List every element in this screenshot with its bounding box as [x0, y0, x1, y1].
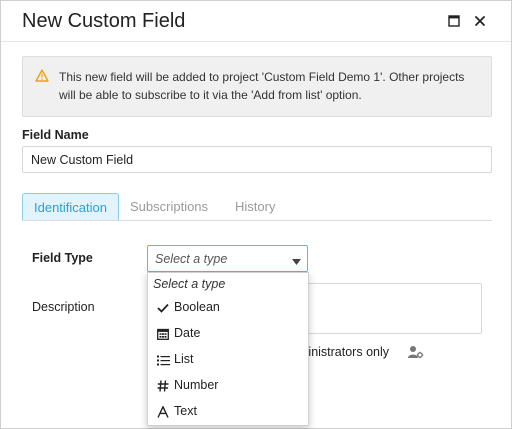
description-label: Description — [32, 300, 95, 314]
field-type-select[interactable]: Select a type — [147, 245, 308, 272]
header-divider — [1, 41, 511, 42]
option-label: List — [174, 352, 194, 366]
field-type-select-value: Select a type — [155, 252, 228, 266]
dialog-title: New Custom Field — [22, 10, 186, 32]
list-icon — [156, 353, 170, 367]
close-icon[interactable] — [471, 12, 489, 30]
warning-icon — [35, 69, 49, 87]
description-textarea[interactable] — [301, 283, 482, 334]
option-date[interactable]: Date — [148, 322, 308, 346]
hash-icon — [156, 379, 170, 393]
caret-down-icon — [292, 254, 301, 268]
field-name-label: Field Name — [22, 128, 89, 142]
option-boolean[interactable]: Boolean — [148, 296, 308, 320]
option-label: Number — [174, 378, 219, 392]
option-label: Text — [174, 404, 197, 418]
info-notice: This new field will be added to project … — [22, 56, 492, 117]
checkmark-icon — [156, 301, 170, 315]
tab-history[interactable]: History — [235, 193, 275, 221]
tab-subscriptions[interactable]: Subscriptions — [130, 193, 208, 221]
admin-only-label: ministrators only — [298, 345, 389, 359]
calendar-icon — [156, 327, 170, 341]
field-type-label: Field Type — [32, 251, 93, 265]
custom-field-dialog: New Custom Field This new field will be … — [0, 0, 512, 429]
notice-message: This new field will be added to project … — [59, 70, 465, 102]
text-a-icon — [156, 405, 170, 419]
tabs-divider — [22, 220, 492, 221]
maximize-icon[interactable] — [445, 12, 463, 30]
option-number[interactable]: Number — [148, 374, 308, 398]
field-type-dropdown: Select a type Boolean Date List Number T… — [147, 272, 309, 426]
tab-identification[interactable]: Identification — [22, 193, 119, 221]
dropdown-placeholder-option[interactable]: Select a type — [153, 277, 225, 291]
option-label: Date — [174, 326, 201, 340]
option-label: Boolean — [174, 300, 220, 314]
admin-user-gear-icon — [408, 345, 424, 364]
field-name-input[interactable] — [22, 146, 492, 173]
option-text[interactable]: Text — [148, 400, 308, 424]
option-list[interactable]: List — [148, 348, 308, 372]
